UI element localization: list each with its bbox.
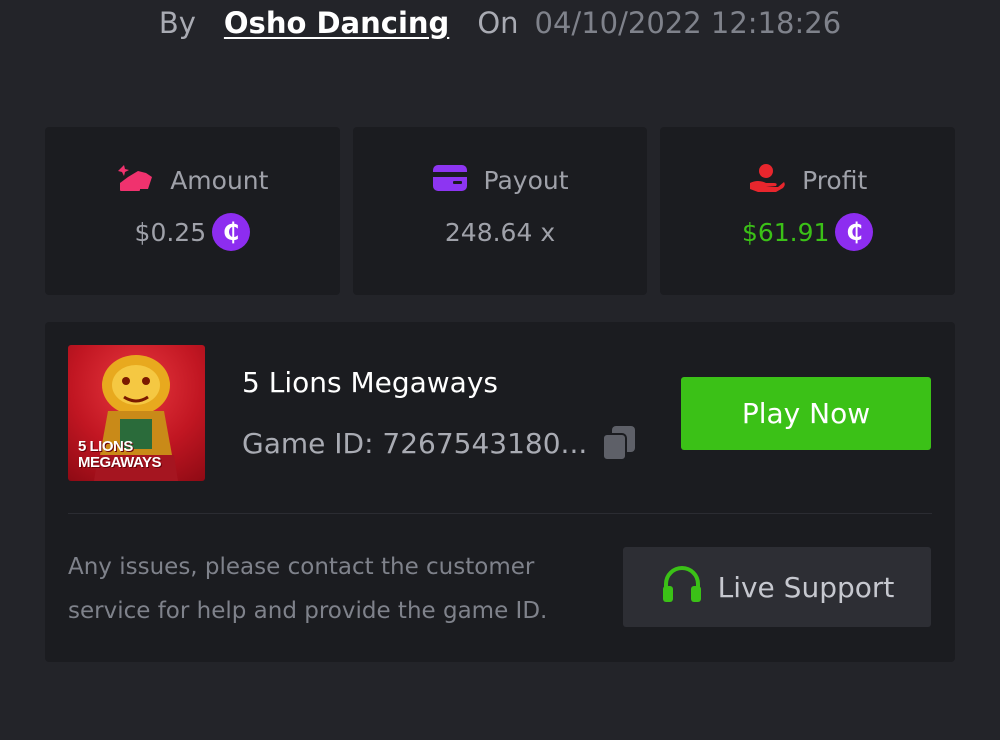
live-support-label: Live Support (717, 570, 895, 604)
payout-value: 248.64 x (444, 217, 556, 247)
profit-value-row: $61.91 ₵ (741, 213, 874, 251)
profit-label: Profit (802, 165, 868, 195)
payout-value-row: 248.64 x (445, 213, 555, 251)
game-thumbnail[interactable]: 5 LIONS MEGAWAYS (68, 345, 205, 481)
stat-payout-header: Payout (432, 163, 569, 197)
game-id-row: Game ID: 7267543180... (242, 424, 637, 462)
bet-stats: Amount $0.25 ₵ Payout 248.64 x Profit $6… (45, 127, 956, 295)
author-link[interactable]: Osho Dancing (224, 6, 449, 40)
bet-datetime: 04/10/2022 12:18:26 (534, 6, 842, 40)
copy-icon[interactable] (601, 424, 637, 462)
profit-value: $61.91 (741, 217, 830, 247)
support-help-text: Any issues, please contact the customer … (68, 554, 548, 624)
stat-amount: Amount $0.25 ₵ (45, 127, 340, 295)
stat-profit: Profit $61.91 ₵ (660, 127, 956, 295)
amount-label: Amount (170, 165, 269, 195)
amount-value: $0.25 (134, 217, 207, 247)
coin-icon: ₵ (212, 213, 251, 251)
stat-payout: Payout 248.64 x (352, 127, 648, 295)
game-card: 5 LIONS MEGAWAYS 5 Lions Megaways Game I… (45, 322, 955, 662)
stat-amount-header: Amount (116, 163, 268, 197)
game-name: 5 Lions Megaways (242, 366, 498, 399)
amount-icon (116, 163, 154, 197)
on-label: On (477, 6, 519, 40)
coin-icon: ₵ (835, 213, 874, 251)
hand-profit-icon (748, 163, 786, 197)
divider (68, 513, 932, 514)
bet-byline: By Osho Dancing On 04/10/2022 12:18:26 (0, 0, 1000, 46)
game-id: Game ID: 7267543180... (242, 426, 588, 460)
headset-icon (660, 564, 704, 611)
amount-value-row: $0.25 ₵ (135, 213, 251, 251)
by-label: By (158, 6, 196, 40)
thumbnail-logo: 5 LIONS MEGAWAYS (78, 438, 161, 471)
wallet-card-icon (432, 164, 468, 196)
payout-label: Payout (483, 165, 569, 195)
stat-profit-header: Profit (748, 163, 867, 197)
play-now-button[interactable]: Play Now (681, 377, 931, 450)
live-support-button[interactable]: Live Support (623, 547, 931, 627)
